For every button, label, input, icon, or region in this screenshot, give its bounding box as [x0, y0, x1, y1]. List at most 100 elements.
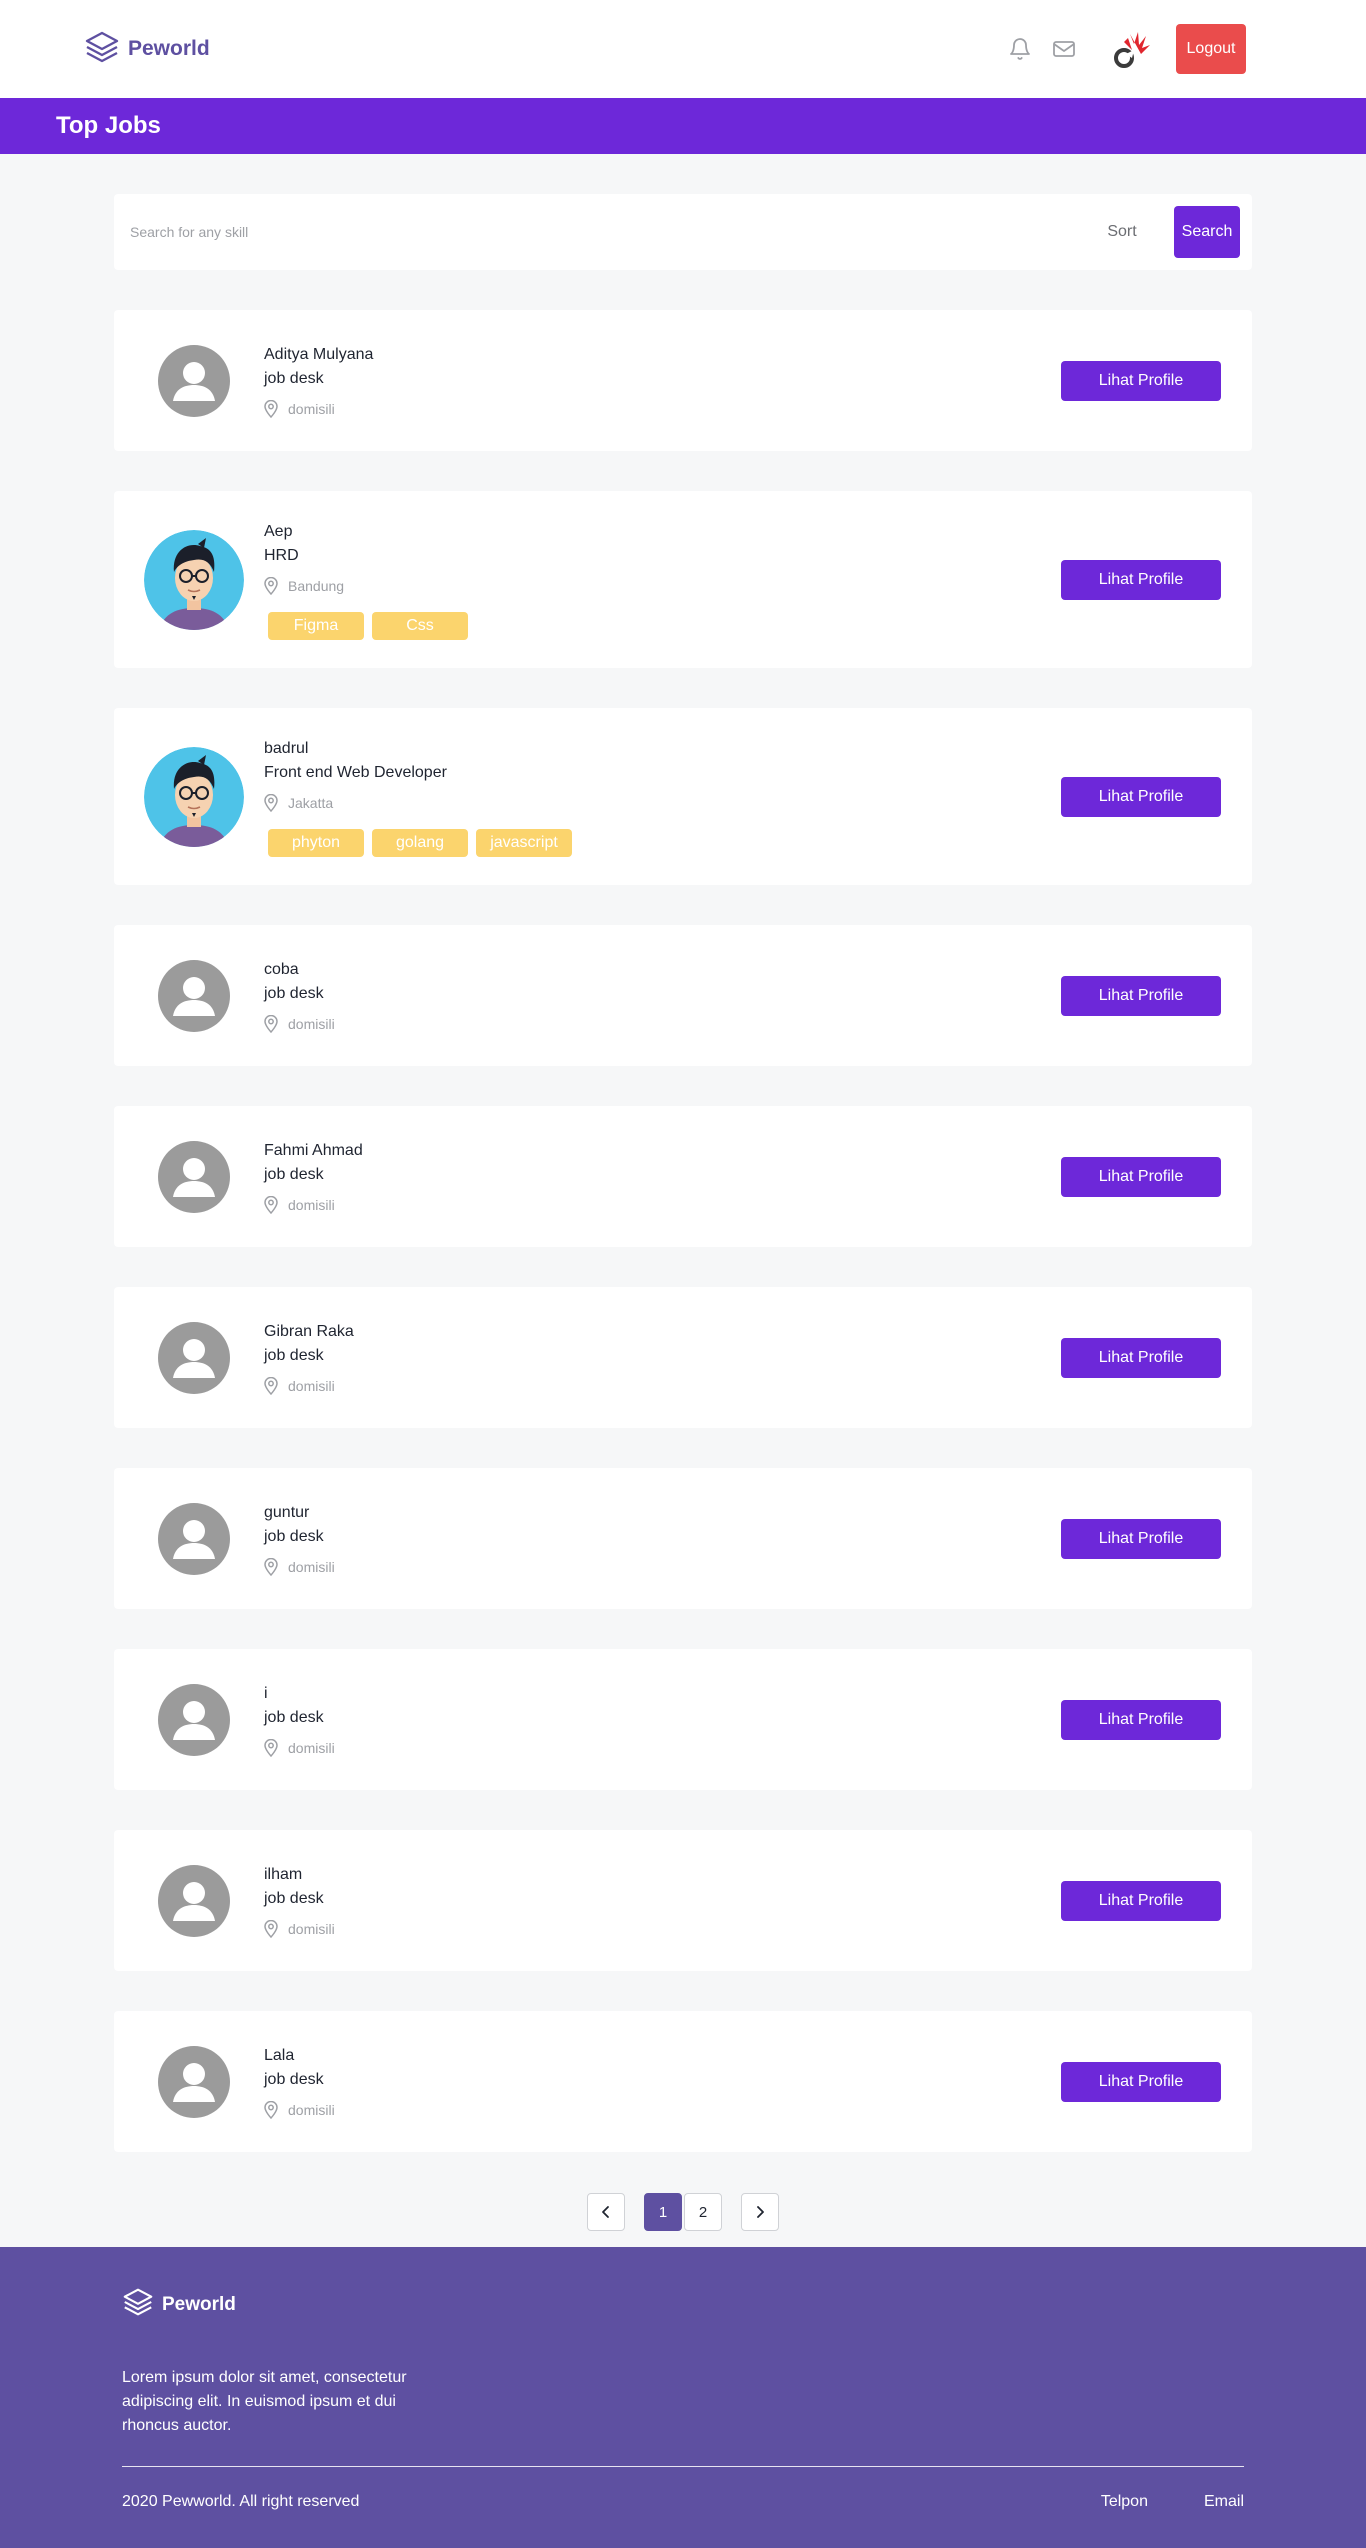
mail-icon[interactable]	[1052, 37, 1076, 61]
map-pin-icon	[264, 1195, 278, 1214]
candidate-card: badrul Front end Web Developer Jakatta phyt…	[114, 708, 1252, 885]
map-pin-icon	[264, 1014, 278, 1033]
map-pin-icon	[264, 576, 278, 595]
brand-logo[interactable]: Peworld	[84, 30, 210, 69]
view-profile-button[interactable]: Lihat Profile	[1061, 559, 1221, 600]
footer-brand-name: Peworld	[162, 2293, 236, 2315]
candidate-card: Aep HRD Bandung Figma Css Lihat Profile	[114, 491, 1252, 668]
footer-link-telpon[interactable]: Telpon	[1101, 2493, 1148, 2511]
footer-link-email[interactable]: Email	[1204, 2493, 1244, 2511]
candidate-info: i job desk domisili	[264, 1682, 1061, 1758]
candidate-info: Aep HRD Bandung Figma Css	[264, 520, 1061, 640]
footer-links: Telpon Email	[1101, 2493, 1244, 2511]
candidate-info: Fahmi Ahmad job desk domisili	[264, 1139, 1061, 1215]
page-button-2[interactable]: 2	[684, 2193, 722, 2231]
candidate-job: job desk	[264, 1346, 324, 1364]
candidate-job: Front end Web Developer	[264, 763, 447, 781]
prev-page-button[interactable]	[587, 2193, 625, 2231]
layers-icon	[84, 30, 120, 69]
candidate-job: job desk	[264, 1527, 324, 1545]
candidate-job: job desk	[264, 1889, 324, 1907]
candidate-name: Fahmi Ahmad	[264, 1141, 363, 1159]
page-title-bar: Top Jobs	[0, 98, 1366, 154]
candidate-info: guntur job desk domisili	[264, 1501, 1061, 1577]
map-pin-icon	[264, 793, 278, 812]
default-avatar-icon	[158, 1140, 230, 1213]
map-pin-icon	[264, 1376, 278, 1395]
skill-badge: javascript	[476, 828, 572, 857]
footer-bottom: 2020 Pewworld. All right reserved Telpon…	[122, 2493, 1244, 2511]
footer: Peworld Lorem ipsum dolor sit amet, cons…	[0, 2247, 1366, 2548]
main-content: Sort Search Aditya Mulyana job desk domisi…	[114, 194, 1252, 2232]
candidate-card: coba job desk domisili Lihat Profile	[114, 925, 1252, 1066]
candidate-location-text: domisili	[288, 400, 335, 417]
view-profile-button[interactable]: Lihat Profile	[1061, 1880, 1221, 1921]
candidate-location: Jakatta	[264, 793, 1061, 813]
candidate-location-text: domisili	[288, 1015, 335, 1032]
view-profile-button[interactable]: Lihat Profile	[1061, 360, 1221, 401]
default-avatar-icon	[158, 344, 230, 417]
candidate-info: coba job desk domisili	[264, 958, 1061, 1034]
candidate-location-text: domisili	[288, 1558, 335, 1575]
candidate-job: job desk	[264, 2070, 324, 2088]
candidate-location: domisili	[264, 1738, 1061, 1758]
search-button[interactable]: Search	[1174, 206, 1240, 258]
candidate-location-text: domisili	[288, 2101, 335, 2118]
view-profile-button[interactable]: Lihat Profile	[1061, 975, 1221, 1016]
candidate-name: Aep	[264, 522, 293, 540]
candidate-info: Aditya Mulyana job desk domisili	[264, 343, 1061, 419]
candidate-location-text: domisili	[288, 1739, 335, 1756]
view-profile-button[interactable]: Lihat Profile	[1061, 1156, 1221, 1197]
brand-name: Peworld	[128, 37, 210, 60]
candidate-name: ilham	[264, 1865, 303, 1883]
skill-badge: phyton	[268, 828, 364, 857]
default-avatar-icon	[158, 959, 230, 1032]
map-pin-icon	[264, 1557, 278, 1576]
candidate-list: Aditya Mulyana job desk domisili Lihat Prof…	[114, 310, 1252, 2152]
candidate-card: guntur job desk domisili Lihat Profile	[114, 1468, 1252, 1609]
footer-divider	[122, 2466, 1244, 2467]
skill-list: phyton golang javascript	[268, 828, 1061, 857]
map-pin-icon	[264, 1919, 278, 1938]
footer-brand-logo[interactable]: Peworld	[122, 2287, 1244, 2322]
candidate-card: Aditya Mulyana job desk domisili Lihat Prof…	[114, 310, 1252, 451]
map-pin-icon	[264, 2100, 278, 2119]
search-input[interactable]	[130, 224, 1084, 240]
view-profile-button[interactable]: Lihat Profile	[1061, 1699, 1221, 1740]
view-profile-button[interactable]: Lihat Profile	[1061, 1337, 1221, 1378]
candidate-name: Gibran Raka	[264, 1322, 354, 1340]
page-button-1[interactable]: 1	[644, 2193, 682, 2231]
default-avatar-icon	[158, 1864, 230, 1937]
bell-icon[interactable]	[1008, 37, 1032, 61]
chevron-right-icon	[757, 2206, 764, 2218]
candidate-location-text: domisili	[288, 1377, 335, 1394]
candidate-info: badrul Front end Web Developer Jakatta phyt…	[264, 737, 1061, 857]
user-avatar-icon[interactable]	[1110, 28, 1152, 70]
map-pin-icon	[264, 399, 278, 418]
candidate-job: job desk	[264, 1708, 324, 1726]
candidate-name: badrul	[264, 739, 309, 757]
skill-badge: Css	[372, 611, 468, 640]
candidate-name: i	[264, 1684, 268, 1702]
next-page-button[interactable]	[741, 2193, 779, 2231]
logout-button[interactable]: Logout	[1176, 24, 1246, 74]
default-avatar-icon	[158, 2045, 230, 2118]
default-avatar-icon	[158, 1683, 230, 1756]
candidate-name: Aditya Mulyana	[264, 345, 374, 363]
candidate-info: Lala job desk domisili	[264, 2044, 1061, 2120]
candidate-card: Lala job desk domisili Lihat Profile	[114, 2011, 1252, 2152]
sort-button[interactable]: Sort	[1084, 223, 1160, 241]
nav-actions: Logout	[1008, 24, 1246, 74]
view-profile-button[interactable]: Lihat Profile	[1061, 1518, 1221, 1559]
default-avatar-icon	[158, 1321, 230, 1394]
candidate-job: job desk	[264, 369, 324, 387]
view-profile-button[interactable]: Lihat Profile	[1061, 2061, 1221, 2102]
view-profile-button[interactable]: Lihat Profile	[1061, 776, 1221, 817]
candidate-location-text: Jakatta	[288, 794, 334, 811]
skill-badge: golang	[372, 828, 468, 857]
candidate-info: Gibran Raka job desk domisili	[264, 1320, 1061, 1396]
candidate-location: domisili	[264, 1014, 1061, 1034]
candidate-info: ilham job desk domisili	[264, 1863, 1061, 1939]
skill-list: Figma Css	[268, 611, 1061, 640]
skill-badge: Figma	[268, 611, 364, 640]
